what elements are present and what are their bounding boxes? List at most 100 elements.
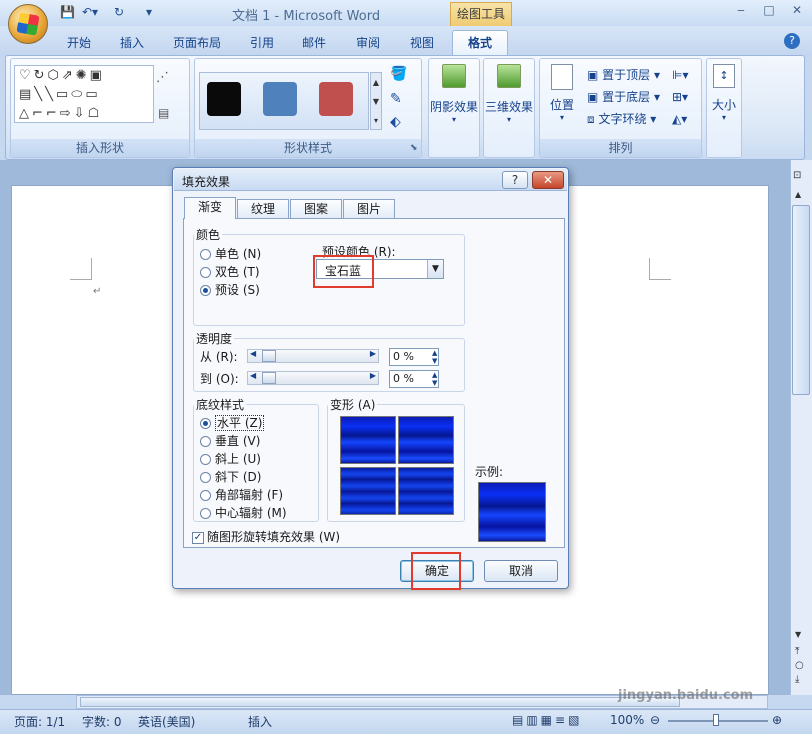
- to-slider[interactable]: ◀ ▶: [247, 371, 379, 385]
- language-status[interactable]: 英语(美国): [138, 713, 195, 730]
- highlight-box-ok: [411, 552, 461, 590]
- style-swatch-blue[interactable]: [263, 82, 297, 116]
- edit-shape-icon[interactable]: ⋰: [156, 70, 169, 85]
- tab-pattern[interactable]: 图案: [290, 199, 342, 219]
- zoom-out-icon[interactable]: ⊖: [650, 713, 660, 727]
- word-count[interactable]: 字数: 0: [82, 713, 122, 730]
- to-label: 到 (O):: [200, 372, 239, 386]
- tab-page-layout[interactable]: 页面布局: [173, 34, 221, 52]
- minimize-button[interactable]: ‒: [732, 3, 750, 19]
- dialog-launcher-icon[interactable]: ⬊: [410, 143, 418, 153]
- outline-color-icon[interactable]: ✎: [390, 91, 402, 107]
- from-spin-icon[interactable]: ▲ ▼: [432, 349, 437, 365]
- style-gallery-scroll[interactable]: ▲ ▼ ▾: [370, 72, 382, 130]
- tab-insert[interactable]: 插入: [120, 34, 144, 52]
- drawing-tools-tab-group: 绘图工具: [450, 2, 512, 26]
- position-button[interactable]: 位置 ▾: [543, 64, 581, 122]
- redo-icon[interactable]: ↻: [114, 5, 124, 21]
- slider-left-icon: ◀: [250, 371, 257, 380]
- highlight-box-preset: [313, 255, 374, 288]
- from-label: 从 (R):: [200, 350, 238, 364]
- text-wrap-button[interactable]: ⧈ 文字环绕 ▾: [587, 108, 660, 130]
- bring-to-front-icon: ▣: [587, 68, 599, 82]
- tab-format[interactable]: 格式: [452, 30, 508, 57]
- zoom-slider-thumb[interactable]: [713, 714, 719, 726]
- shadow-effects-button[interactable]: 阴影效果 ▾: [428, 64, 480, 124]
- radio-vertical[interactable]: 垂直 (V): [200, 432, 260, 449]
- radio-from-corner[interactable]: 角部辐射 (F): [200, 486, 283, 503]
- tab-picture[interactable]: 图片: [343, 199, 395, 219]
- group-icon[interactable]: ⊞▾: [672, 86, 688, 108]
- 3d-label: 三维效果: [484, 100, 533, 114]
- style-swatch-red[interactable]: [319, 82, 353, 116]
- shapes-gallery[interactable]: ♡↻⬡⇗✺▣ ▤╲╲▭⬭▭ △⌐⌐⇨⇩☖: [14, 65, 154, 123]
- insert-mode[interactable]: 插入: [248, 713, 272, 730]
- office-button[interactable]: [8, 4, 48, 44]
- radio-diagonal-up[interactable]: 斜上 (U): [200, 450, 261, 467]
- text-box-icon[interactable]: ▤: [158, 106, 169, 120]
- zoom-level[interactable]: 100%: [610, 713, 644, 727]
- size-icon: ↕: [713, 64, 735, 88]
- view-buttons[interactable]: ▤▥▦≡▧: [512, 713, 582, 727]
- radio-one-color[interactable]: 单色 (N): [200, 245, 261, 262]
- change-shape-icon[interactable]: ⬖: [390, 114, 401, 130]
- variant-1[interactable]: [340, 416, 396, 464]
- tab-home[interactable]: 开始: [67, 34, 91, 52]
- watermark: jingyan.baidu.com: [618, 688, 754, 703]
- tab-review[interactable]: 审阅: [356, 34, 380, 52]
- margin-corner-left: [70, 258, 92, 280]
- bring-to-front-button[interactable]: ▣ 置于顶层 ▾: [587, 64, 660, 86]
- tab-mailings[interactable]: 邮件: [302, 34, 326, 52]
- browse-object-icons[interactable]: ⤒ ○ ⤓: [795, 645, 804, 687]
- align-icon[interactable]: ⊫▾: [672, 64, 688, 86]
- send-to-back-icon: ▣: [587, 90, 599, 104]
- size-button[interactable]: ↕ 大小 ▾: [706, 64, 742, 122]
- dialog-help-button[interactable]: ?: [502, 171, 528, 189]
- arrange-buttons: ▣ 置于顶层 ▾ ▣ 置于底层 ▾ ⧈ 文字环绕 ▾: [587, 64, 660, 130]
- slider-right-icon: ▶: [369, 349, 376, 358]
- horizontal-scroll-thumb[interactable]: [80, 697, 680, 707]
- margin-corner-right: [649, 258, 671, 280]
- variant-2[interactable]: [398, 416, 454, 464]
- scroll-up-icon[interactable]: ▲: [795, 190, 801, 199]
- tab-view[interactable]: 视图: [410, 34, 434, 52]
- variant-3[interactable]: [340, 467, 396, 515]
- sample-label: 示例:: [475, 465, 504, 479]
- help-icon[interactable]: ?: [784, 33, 800, 49]
- ruler-toggle-icon[interactable]: ⊡: [793, 170, 801, 181]
- zoom-in-icon[interactable]: ⊕: [772, 713, 782, 727]
- cancel-button[interactable]: 取消: [484, 560, 558, 582]
- save-icon[interactable]: 💾: [60, 5, 75, 21]
- close-button[interactable]: ✕: [788, 3, 806, 19]
- rotate-with-shape-checkbox[interactable]: ✓ 随图形旋转填充效果 (W): [192, 528, 340, 545]
- maximize-button[interactable]: □: [760, 3, 778, 19]
- 3d-effects-button[interactable]: 三维效果 ▾: [483, 64, 535, 124]
- fill-color-icon[interactable]: 🪣: [390, 66, 407, 82]
- from-slider[interactable]: ◀ ▶: [247, 349, 379, 363]
- checkbox-check-icon: ✓: [192, 531, 204, 544]
- tab-gradient[interactable]: 渐变: [184, 197, 236, 219]
- qat-customize-icon[interactable]: ▾: [146, 5, 152, 21]
- to-slider-thumb[interactable]: [262, 372, 276, 384]
- radio-diagonal-down[interactable]: 斜下 (D): [200, 468, 261, 485]
- window-title: 文档 1 - Microsoft Word: [232, 9, 381, 24]
- radio-from-center[interactable]: 中心辐射 (M): [200, 504, 287, 521]
- from-slider-thumb[interactable]: [262, 350, 276, 362]
- page-count[interactable]: 页面: 1/1: [14, 713, 65, 730]
- tab-texture[interactable]: 纹理: [237, 199, 289, 219]
- rotate-icon[interactable]: ◭▾: [672, 108, 688, 130]
- undo-icon[interactable]: ↶▾: [82, 5, 98, 21]
- style-swatch-black[interactable]: [207, 82, 241, 116]
- text-wrap-icon: ⧈: [587, 112, 595, 126]
- position-label: 位置: [549, 98, 574, 112]
- scroll-down-icon[interactable]: ▼: [795, 630, 801, 639]
- vertical-scroll-thumb[interactable]: [792, 205, 810, 395]
- tab-references[interactable]: 引用: [250, 34, 274, 52]
- radio-preset[interactable]: 预设 (S): [200, 281, 260, 298]
- radio-two-colors[interactable]: 双色 (T): [200, 263, 260, 280]
- variant-4[interactable]: [398, 467, 454, 515]
- radio-horizontal[interactable]: 水平 (Z): [200, 414, 265, 431]
- send-to-back-button[interactable]: ▣ 置于底层 ▾: [587, 86, 660, 108]
- dialog-close-button[interactable]: ✕: [532, 171, 564, 189]
- to-spin-icon[interactable]: ▲ ▼: [432, 371, 437, 387]
